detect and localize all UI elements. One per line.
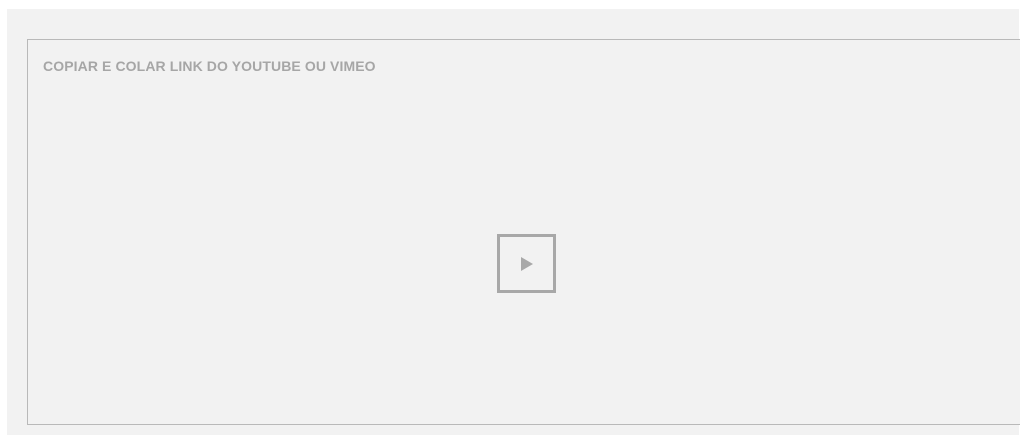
play-icon (520, 256, 533, 271)
play-button[interactable] (497, 234, 556, 293)
video-link-field[interactable]: COPIAR E COLAR LINK DO YOUTUBE OU VIMEO (27, 39, 1020, 425)
video-embed-panel: COPIAR E COLAR LINK DO YOUTUBE OU VIMEO (7, 9, 1020, 435)
video-link-placeholder: COPIAR E COLAR LINK DO YOUTUBE OU VIMEO (43, 58, 376, 74)
